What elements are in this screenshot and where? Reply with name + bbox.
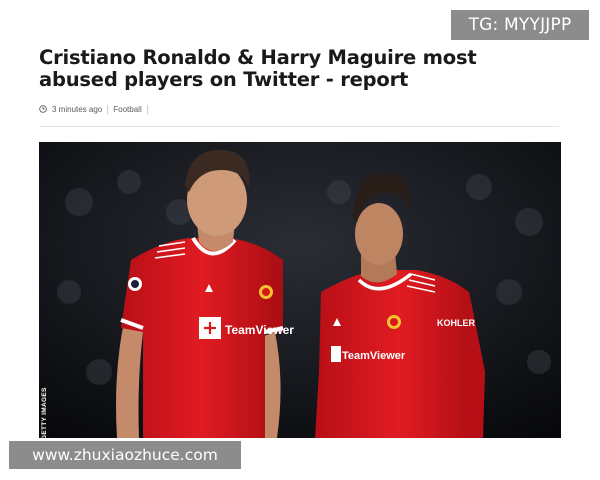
sleeve-sponsor-text: KOHLER — [437, 318, 476, 328]
photo-credit-text: GETTY IMAGES — [41, 387, 48, 440]
sponsor-text-left: TeamViewer — [225, 323, 294, 337]
photo-credit: GETTY IMAGES — [38, 380, 50, 440]
clock-icon — [39, 105, 47, 113]
meta-divider — [107, 104, 109, 114]
bottom-watermark: www.zhuxiaozhuce.com — [9, 441, 241, 469]
top-watermark: TG: MYYJJPP — [451, 10, 589, 40]
article-photo[interactable]: TeamViewer TeamViewer KOHLER — [39, 142, 561, 438]
header-divider — [39, 126, 559, 127]
page: TG: MYYJJPP Cristiano Ronaldo & Harry Ma… — [0, 0, 600, 480]
published-time: 3 minutes ago — [52, 104, 103, 114]
sponsor-text-right: TeamViewer — [342, 350, 406, 362]
article-meta: 3 minutes ago Football — [39, 103, 148, 115]
category-link[interactable]: Football — [113, 105, 141, 114]
article-headline[interactable]: Cristiano Ronaldo & Harry Maguire most a… — [39, 47, 559, 91]
meta-divider — [146, 104, 148, 114]
